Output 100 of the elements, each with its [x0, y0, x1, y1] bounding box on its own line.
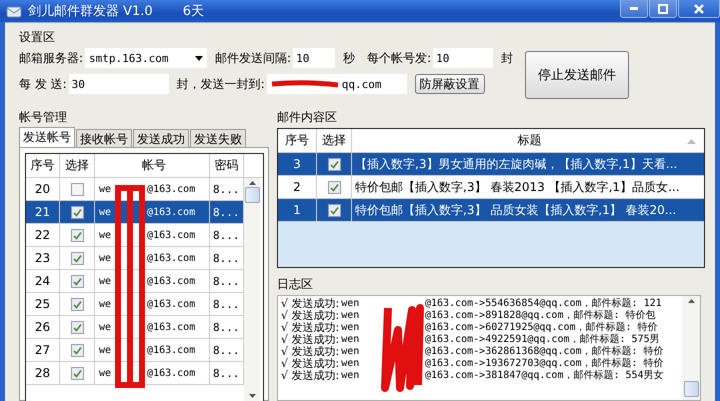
- table-cell: @163.com: [147, 252, 196, 264]
- field-label: 邮件发送间隔:: [215, 50, 292, 66]
- table-cell: 20: [26, 178, 60, 200]
- scrollbar[interactable]: [682, 296, 700, 400]
- checkbox[interactable]: [70, 252, 84, 264]
- log-text: wen: [341, 346, 360, 358]
- table-cell: we: [99, 230, 112, 240]
- table-row[interactable]: 24 we @163.com 8...: [26, 270, 244, 293]
- tab[interactable]: 接收帐号: [76, 129, 132, 147]
- table-row[interactable]: 25 we @163.com 8...: [26, 293, 244, 316]
- log-text: @163.com->362861368@qq.com，邮件标题: 特价: [425, 346, 664, 358]
- checkbox[interactable]: [70, 274, 84, 288]
- table-cell: 24: [26, 270, 60, 292]
- log-status: √ 发送成功:: [281, 346, 340, 358]
- table-cell: @163.com: [147, 368, 196, 378]
- table-cell: we: [99, 252, 112, 264]
- log-text: @163.com->891828@qq.com，邮件标题: 特价包: [425, 310, 656, 322]
- checkbox[interactable]: [70, 344, 84, 356]
- table-cell: we: [99, 184, 112, 194]
- shield-settings-button[interactable]: 防屏蔽设置: [414, 74, 485, 94]
- log-text: @163.com->193672703@qq.com，邮件标题: 特价: [425, 358, 664, 370]
- column-header[interactable]: 序号: [26, 154, 60, 177]
- sort-arrow-icon: [687, 139, 696, 144]
- table-row[interactable]: 3 【插入数字,3】男女通用的左旋肉碱，【插入数字,1】天看...: [278, 153, 704, 176]
- scroll-thumb[interactable]: [244, 187, 260, 203]
- log-text: wen: [341, 298, 360, 310]
- table-row[interactable]: 21 we @163.com 8...: [26, 201, 244, 224]
- table-cell: 2: [278, 176, 317, 198]
- checkbox[interactable]: [70, 298, 84, 310]
- table-row[interactable]: 1 特价包邮【插入数字,3】 品质女装【插入数字,1】 春装20...: [278, 199, 704, 222]
- server-dropdown[interactable]: smtp.163.com: [85, 48, 208, 68]
- days-label: 6天: [182, 3, 204, 20]
- column-header[interactable]: 选择: [60, 154, 95, 177]
- close-icon: [694, 4, 704, 14]
- checkbox[interactable]: [70, 320, 84, 334]
- count-field[interactable]: 30: [68, 74, 169, 94]
- redaction-mark: [270, 80, 340, 88]
- table-cell: 23: [26, 247, 60, 269]
- maximize-icon: [658, 4, 668, 14]
- table-cell: we: [99, 276, 112, 286]
- column-header[interactable]: 标题: [352, 129, 704, 152]
- field-label: 每个帐号发:: [367, 50, 432, 66]
- table-cell: we: [99, 206, 112, 218]
- table-cell: 21: [26, 201, 60, 223]
- checkbox[interactable]: [70, 366, 84, 380]
- log-status: √ 发送成功:: [281, 358, 340, 370]
- maximize-button[interactable]: [649, 0, 677, 18]
- checkbox[interactable]: [70, 182, 84, 196]
- table-cell: @163.com: [147, 276, 196, 286]
- table-cell: we: [99, 344, 112, 356]
- interval-field[interactable]: 10: [293, 48, 336, 68]
- table-row[interactable]: 22 we @163.com 8...: [26, 224, 244, 247]
- table-row[interactable]: 27 we @163.com 8...: [26, 339, 244, 362]
- log-text: wen: [341, 334, 360, 346]
- column-header[interactable]: 帐号: [95, 154, 210, 177]
- field-label: 封，发送一封到:: [176, 76, 265, 92]
- table-row[interactable]: 28 we @163.com 8...: [26, 362, 244, 385]
- group-title: 设置区: [19, 29, 56, 45]
- log-text: wen: [341, 310, 360, 322]
- column-header[interactable]: 序号: [278, 129, 317, 152]
- checkbox[interactable]: [328, 158, 340, 170]
- log-status: √ 发送成功:: [281, 322, 340, 334]
- table-cell: 28: [26, 362, 60, 384]
- stop-sending-button[interactable]: 停止发送邮件: [525, 51, 630, 99]
- log-text: @163.com->60271925@qq.com，邮件标题: 特价: [425, 322, 658, 334]
- close-button[interactable]: [678, 0, 720, 18]
- minimize-button[interactable]: [620, 0, 648, 18]
- table-row[interactable]: 2 特价包邮【插入数字,3】 春装2013 【插入数字,1】品质女...: [278, 176, 704, 199]
- table-cell: we: [99, 322, 112, 332]
- checkbox[interactable]: [70, 206, 84, 218]
- log-status: √ 发送成功:: [281, 310, 340, 322]
- tab[interactable]: 发送帐号: [19, 127, 75, 147]
- window-title: 剑儿邮件群发器 V1.0: [28, 3, 153, 20]
- table-row[interactable]: 26 we @163.com 8...: [26, 316, 244, 339]
- scrollbar[interactable]: [244, 178, 260, 401]
- table-cell-text: 特价包邮【插入数字,3】 品质女装【插入数字,1】 春装20...: [354, 202, 678, 218]
- send-to-field[interactable]: qq.com: [266, 74, 407, 94]
- tab[interactable]: 发送成功: [133, 129, 189, 147]
- checkbox[interactable]: [328, 180, 340, 194]
- log-text: wen: [341, 358, 360, 370]
- scroll-up-icon: [248, 181, 256, 185]
- tab[interactable]: 发送失败: [190, 129, 246, 147]
- table-cell-text: 【插入数字,3】男女通用的左旋肉碱，【插入数字,1】天看...: [354, 156, 678, 172]
- table-row[interactable]: 23 we @163.com 8...: [26, 247, 244, 270]
- checkbox[interactable]: [328, 204, 340, 216]
- scroll-down-icon: [248, 394, 256, 398]
- table-cell: @163.com: [147, 230, 196, 240]
- table-cell: we: [99, 298, 112, 310]
- per-account-field[interactable]: 10: [433, 48, 494, 68]
- table-cell: 1: [278, 199, 317, 221]
- column-header[interactable]: 选择: [317, 129, 352, 152]
- scroll-thumb[interactable]: [684, 381, 698, 397]
- field-label: 每 发 送:: [19, 76, 67, 92]
- unit-label: 秒: [343, 50, 356, 66]
- checkbox[interactable]: [70, 228, 84, 242]
- log-status: √ 发送成功:: [281, 370, 340, 382]
- table-cell: 22: [26, 224, 60, 246]
- log-status: √ 发送成功:: [281, 334, 340, 346]
- column-header[interactable]: 密码: [210, 154, 244, 177]
- table-cell: 25: [26, 293, 60, 315]
